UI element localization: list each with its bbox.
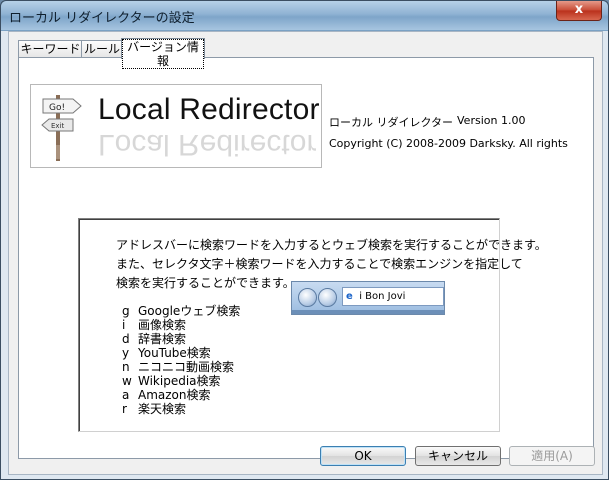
title-bar[interactable]: ローカル リダイレクターの設定 x [1, 1, 608, 30]
forward-icon [318, 288, 337, 307]
engine-key: r [122, 402, 127, 416]
tab-keywords-label: キーワード [20, 42, 81, 56]
close-button[interactable]: x [556, 1, 602, 21]
help-line-1: アドレスバーに検索ワードを入力するとウェブ検索を実行することができます。 [116, 238, 547, 252]
copyright-text: Copyright (C) 2008-2009 Darksky. All rig… [329, 137, 568, 150]
version-info-panel: Go! Exit Local Redirector Local Redirect… [18, 57, 594, 459]
logo-title: Local Redirector [98, 93, 320, 126]
browser-screenshot: e i Bon Jovi [291, 281, 445, 315]
window-title: ローカル リダイレクターの設定 [9, 11, 195, 26]
signpost-icon: Go! Exit [41, 95, 82, 161]
apply-button[interactable]: 適用(A) [509, 446, 595, 466]
cancel-button[interactable]: キャンセル [415, 446, 501, 466]
close-icon: x [574, 2, 584, 17]
browser-address-text: i Bon Jovi [359, 291, 406, 302]
back-icon [298, 288, 317, 307]
app-name: ローカル リダイレクター [329, 116, 454, 129]
dialog-client-area: キーワード ルール バージョン情報 Go! Exit Local Redirec… [8, 31, 603, 475]
browser-toolbar-strip [292, 310, 444, 314]
sign-exit-text: Exit [51, 122, 65, 130]
app-logo: Go! Exit Local Redirector Local Redirect… [30, 84, 322, 168]
tab-rules-label: ルール [83, 42, 120, 56]
usage-help-box: アドレスバーに検索ワードを入力するとウェブ検索を実行することができます。 また、… [78, 218, 547, 432]
browser-address-bar: e i Bon Jovi [342, 287, 444, 306]
ie-icon: e [346, 291, 353, 302]
engine-item: r 楽天検索 [122, 400, 186, 417]
settings-window: ローカル リダイレクターの設定 x キーワード ルール バージョン情報 Go! [0, 0, 609, 480]
logo-title-reflection: Local Redirector [98, 128, 317, 161]
help-line-2: また、セレクタ文字＋検索ワードを入力することで検索エンジンを指定して [116, 257, 523, 271]
tab-version-info[interactable]: バージョン情報 [121, 38, 205, 69]
tab-rules[interactable]: ルール [81, 40, 123, 58]
tab-version-info-label: バージョン情報 [122, 39, 204, 69]
ok-button[interactable]: OK [320, 446, 406, 466]
help-line-3: 検索を実行することができます。 [116, 276, 295, 290]
app-version: Version 1.00 [457, 114, 526, 127]
sign-go-text: Go! [49, 103, 65, 113]
tab-keywords[interactable]: キーワード [18, 40, 83, 58]
engine-name: 楽天検索 [138, 402, 187, 416]
